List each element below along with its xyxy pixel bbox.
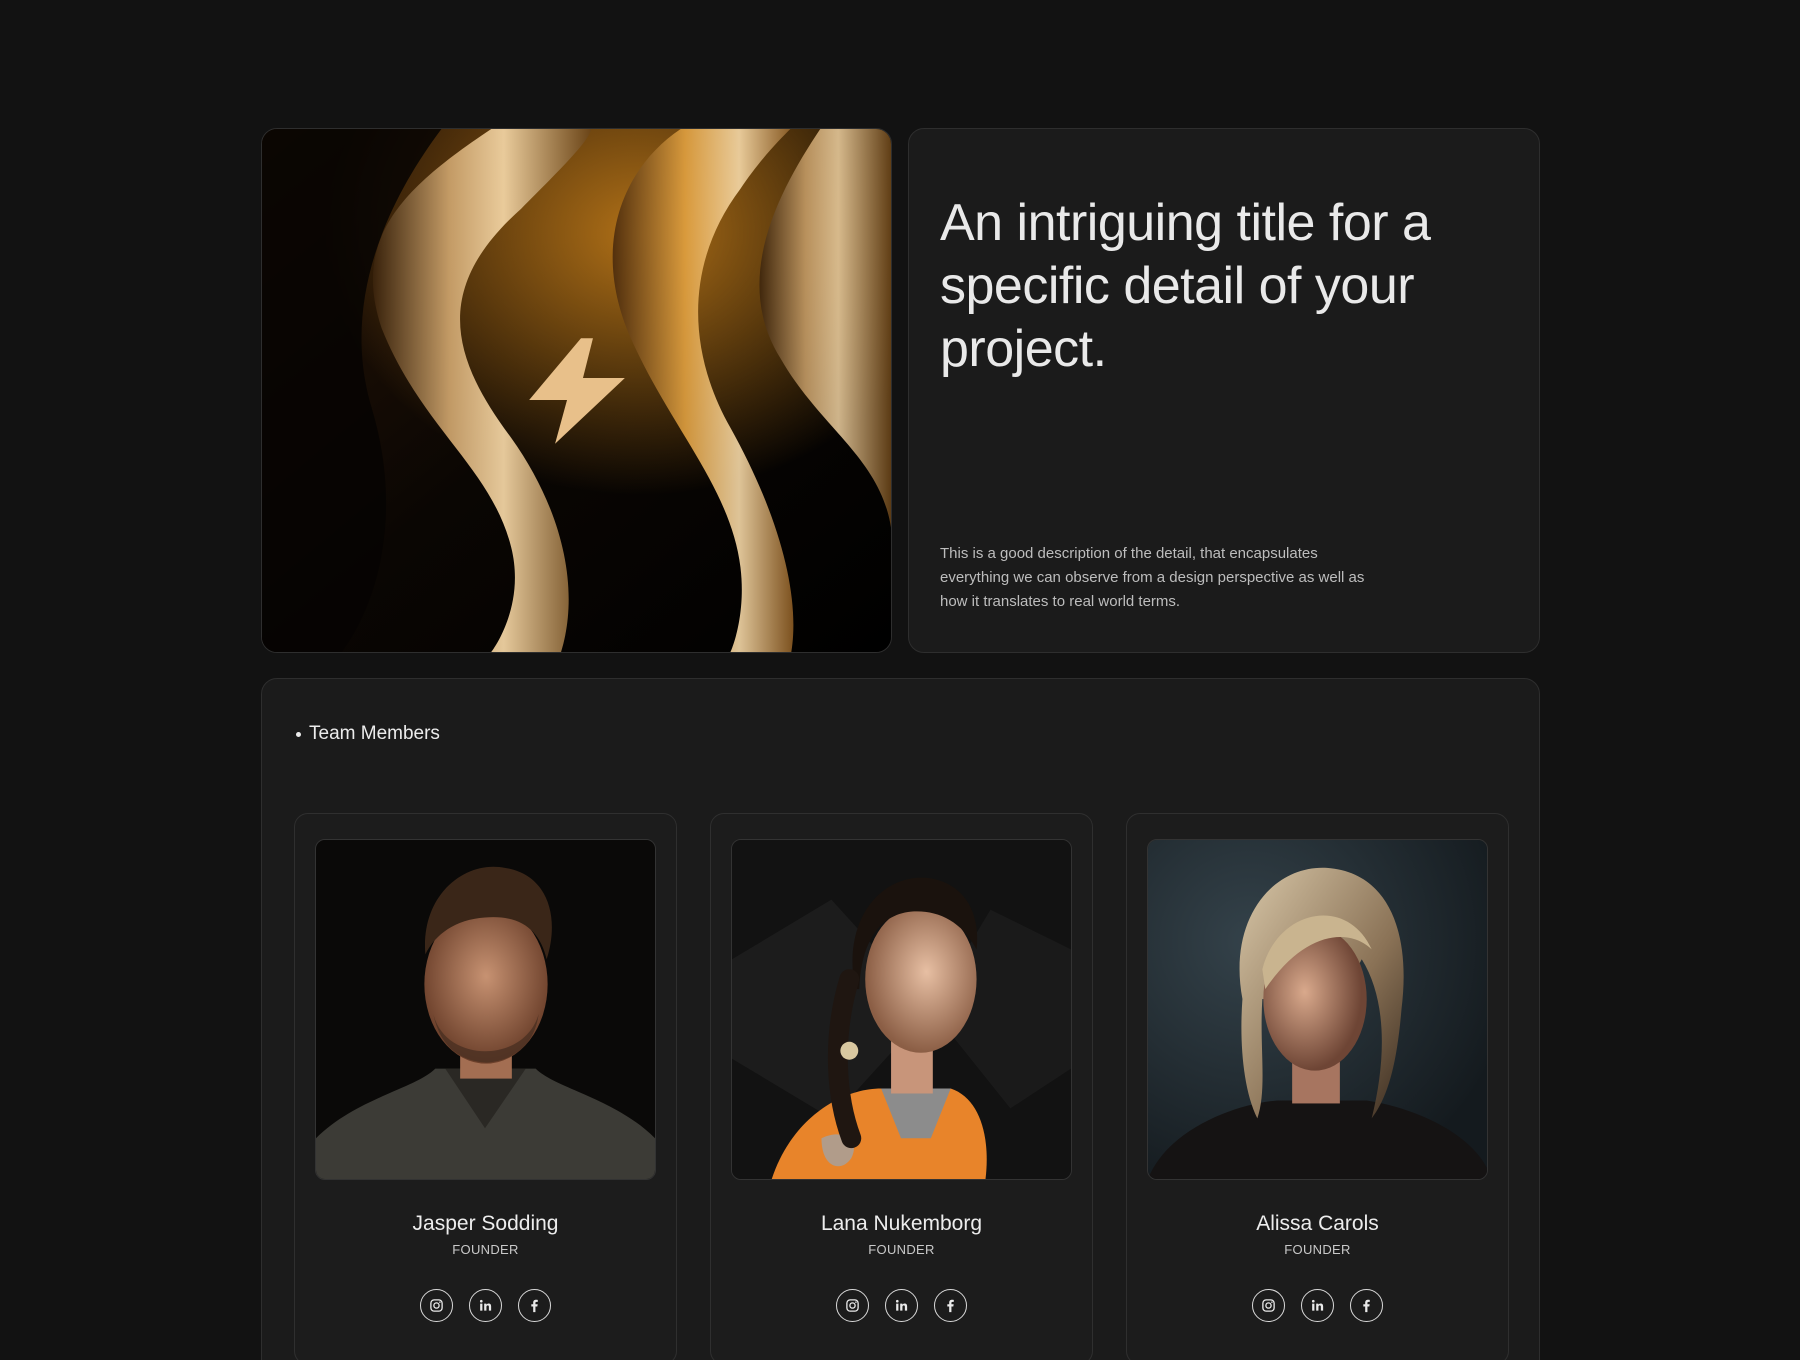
member-photo: [1147, 839, 1488, 1180]
instagram-button[interactable]: [836, 1289, 869, 1322]
facebook-icon: [531, 1299, 538, 1313]
social-links: [711, 1289, 1092, 1322]
member-role: FOUNDER: [452, 1242, 519, 1257]
team-heading-label: Team Members: [309, 723, 440, 744]
team-member-card: Lana Nukemborg FOUNDER: [710, 813, 1093, 1360]
member-name: Lana Nukemborg: [820, 1212, 983, 1235]
detail-description: This is a good description of the detail…: [940, 545, 1365, 610]
instagram-icon: [1262, 1299, 1275, 1312]
social-links: [1127, 1289, 1508, 1322]
instagram-icon: [430, 1299, 443, 1312]
hero-image: [261, 128, 892, 653]
facebook-icon: [1363, 1299, 1370, 1313]
member-name: Jasper Sodding: [412, 1212, 559, 1235]
instagram-icon: [846, 1299, 859, 1312]
instagram-button[interactable]: [420, 1289, 453, 1322]
linkedin-icon: [1311, 1299, 1324, 1311]
member-role: FOUNDER: [1284, 1242, 1351, 1257]
linkedin-icon: [479, 1299, 492, 1311]
linkedin-button[interactable]: [469, 1289, 502, 1322]
portrait-woman-blonde-image: [1148, 840, 1487, 1179]
facebook-button[interactable]: [518, 1289, 551, 1322]
detail-title: An intriguing title for a specific detai…: [940, 194, 1431, 378]
team-member-card: Jasper Sodding FOUNDER: [294, 813, 677, 1360]
member-role: FOUNDER: [868, 1242, 935, 1257]
page: An intriguing title for a specific detai…: [0, 0, 1800, 1360]
portrait-woman-braids-image: [732, 840, 1071, 1179]
member-name: Alissa Carols: [1256, 1212, 1379, 1235]
linkedin-icon: [895, 1299, 908, 1311]
bullet-icon: [296, 731, 301, 737]
team-section: Team Members Jasper Sodding FOUNDER Lana…: [261, 678, 1540, 1360]
instagram-button[interactable]: [1252, 1289, 1285, 1322]
facebook-icon: [947, 1299, 954, 1313]
team-member-card: Alissa Carols FOUNDER: [1126, 813, 1509, 1360]
social-links: [295, 1289, 676, 1322]
linkedin-button[interactable]: [885, 1289, 918, 1322]
facebook-button[interactable]: [934, 1289, 967, 1322]
facebook-button[interactable]: [1350, 1289, 1383, 1322]
member-photo: [315, 839, 656, 1180]
linkedin-button[interactable]: [1301, 1289, 1334, 1322]
portrait-man-image: [316, 840, 655, 1179]
team-heading: Team Members: [296, 723, 440, 745]
golden-waves-image: [262, 129, 891, 652]
detail-card: An intriguing title for a specific detai…: [908, 128, 1540, 653]
member-photo: [731, 839, 1072, 1180]
